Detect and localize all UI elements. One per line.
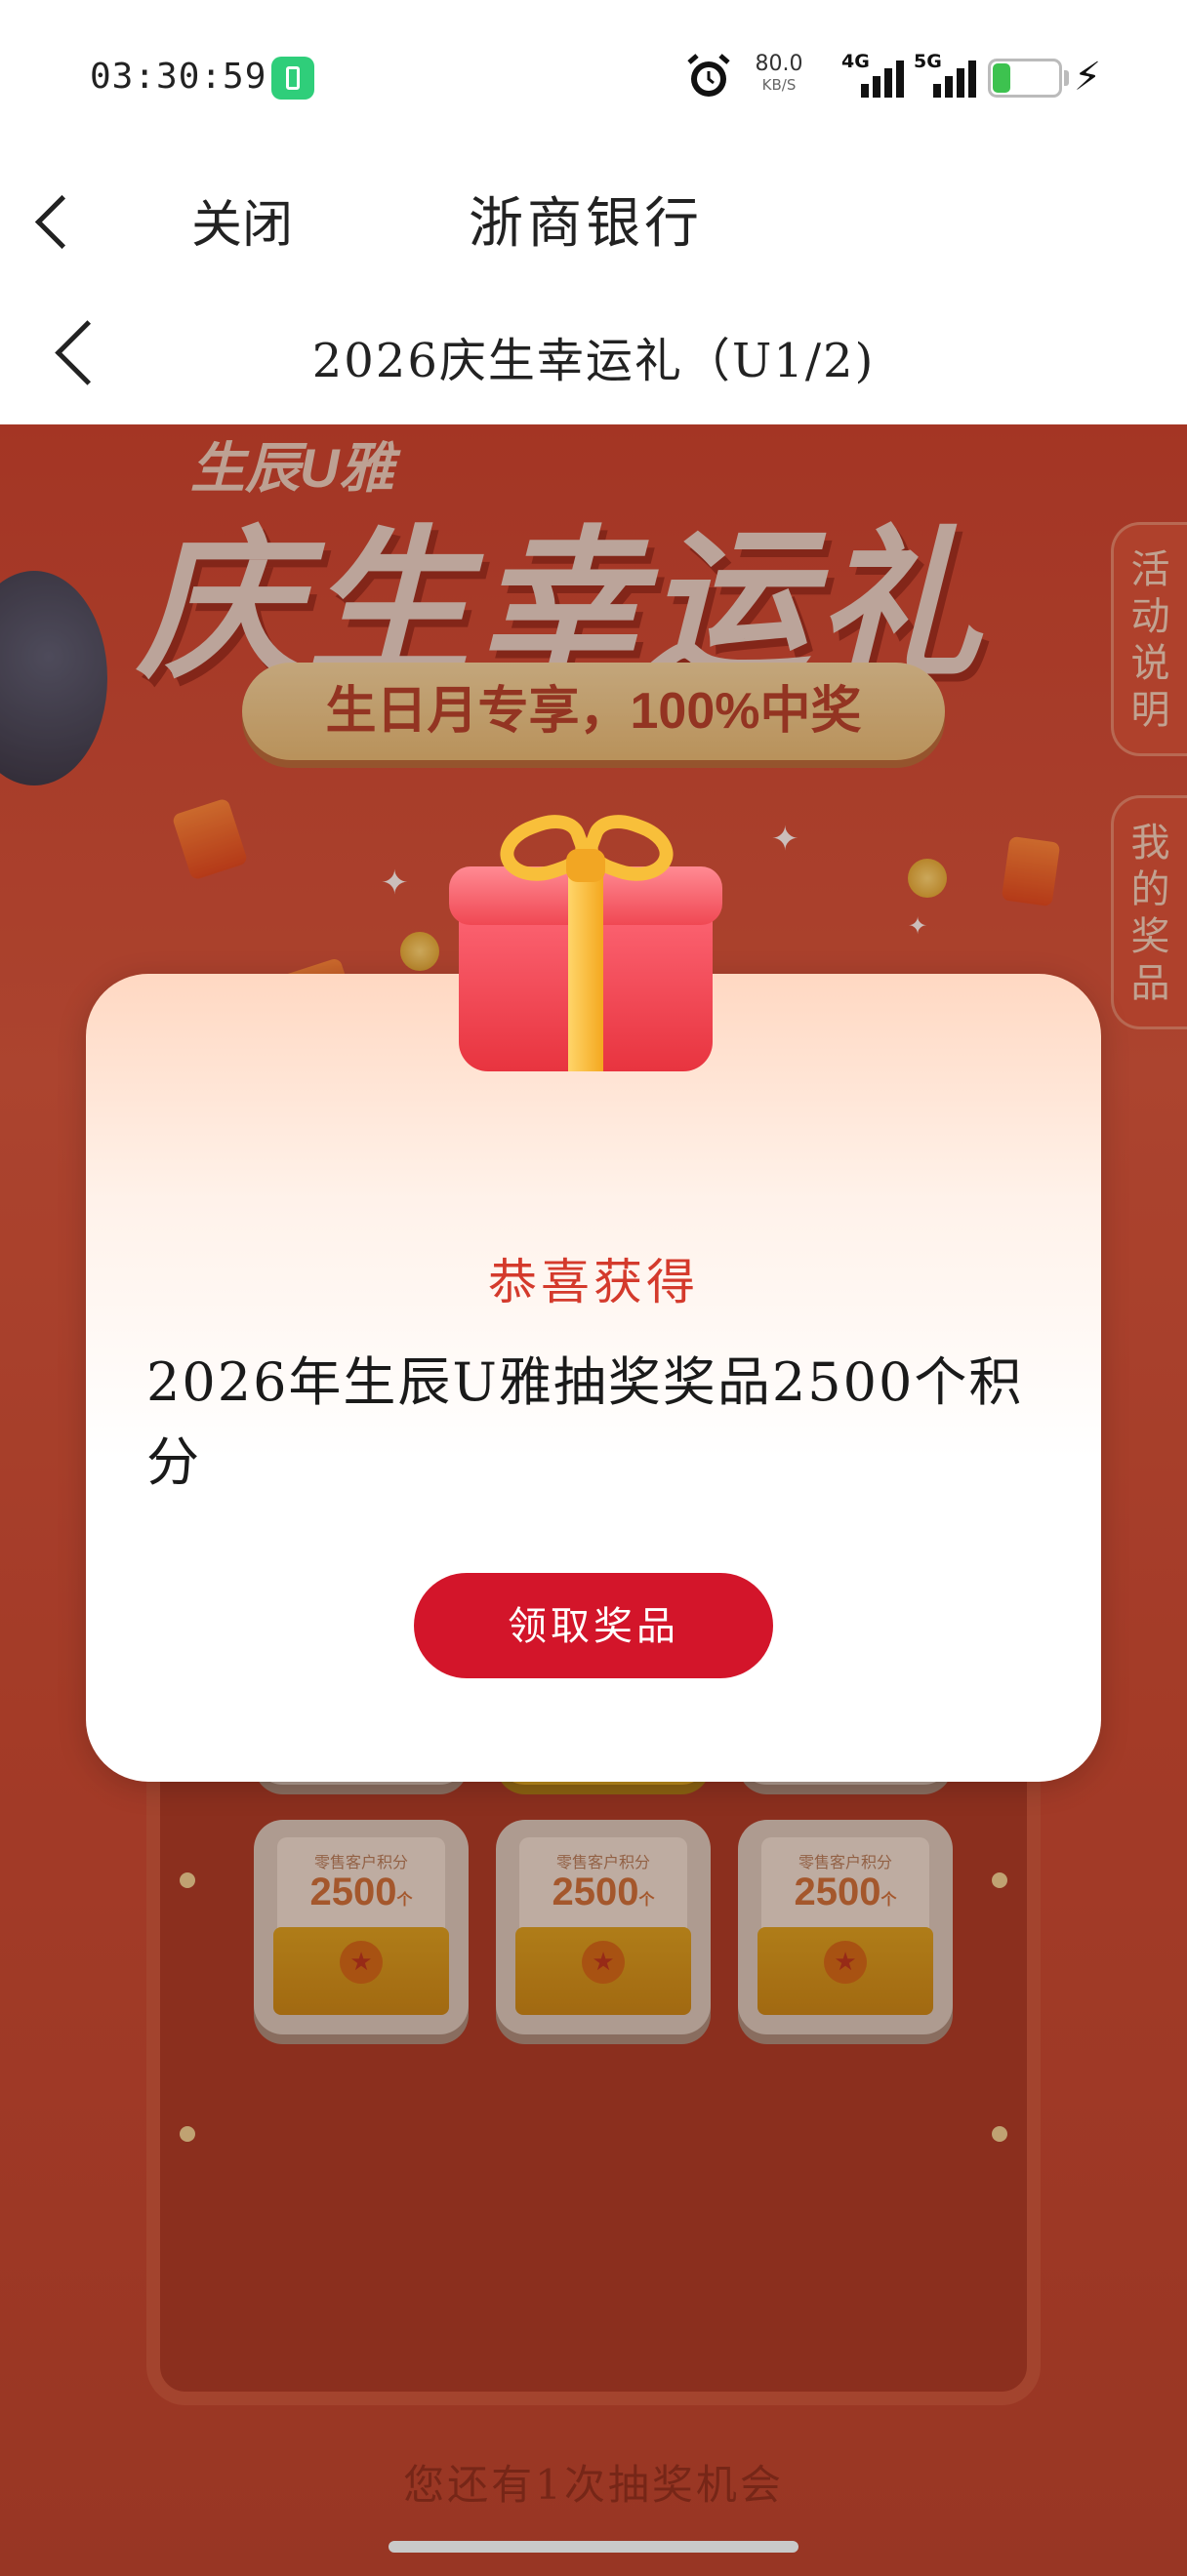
app-title: 浙商银行 <box>469 192 703 256</box>
page-title: 2026庆生幸运礼（U1/2) <box>311 334 876 388</box>
app-header: 关闭 浙商银行 <box>0 156 1187 273</box>
status-bar: 03:30:59 80.0 KB/S 4G 5G 22 ⚡ <box>0 0 1187 156</box>
home-indicator[interactable] <box>389 2541 798 2553</box>
prize-dialog: 恭喜获得 2026年生辰U雅抽奖奖品2500个积分 领取奖品 <box>86 974 1101 1782</box>
signal-4g-label: 4G <box>841 51 870 72</box>
gift-box-icon <box>449 804 722 1073</box>
claim-prize-button[interactable]: 领取奖品 <box>414 1573 773 1678</box>
signal-5g-label: 5G <box>914 51 942 72</box>
dialog-subtitle: 恭喜获得 <box>488 1254 699 1310</box>
status-time: 03:30:59 <box>90 57 267 97</box>
alarm-icon <box>687 54 730 97</box>
battery-saver-icon <box>271 57 314 100</box>
signal-4g-icon: 4G <box>841 51 910 100</box>
network-speed: 80.0 KB/S <box>750 52 808 95</box>
speed-value: 80.0 <box>755 52 803 76</box>
signal-5g-icon: 5G <box>914 51 982 100</box>
page-header: 2026庆生幸运礼（U1/2) <box>0 273 1187 424</box>
battery-level: 22 <box>1011 65 1039 90</box>
dialog-message: 2026年生辰U雅抽奖奖品2500个积分 <box>146 1351 1024 1493</box>
close-button[interactable]: 关闭 <box>191 183 293 257</box>
battery-icon: 22 <box>988 59 1062 98</box>
charging-icon: ⚡ <box>1074 55 1102 100</box>
back-icon[interactable] <box>34 194 90 250</box>
speed-unit: KB/S <box>761 76 797 94</box>
